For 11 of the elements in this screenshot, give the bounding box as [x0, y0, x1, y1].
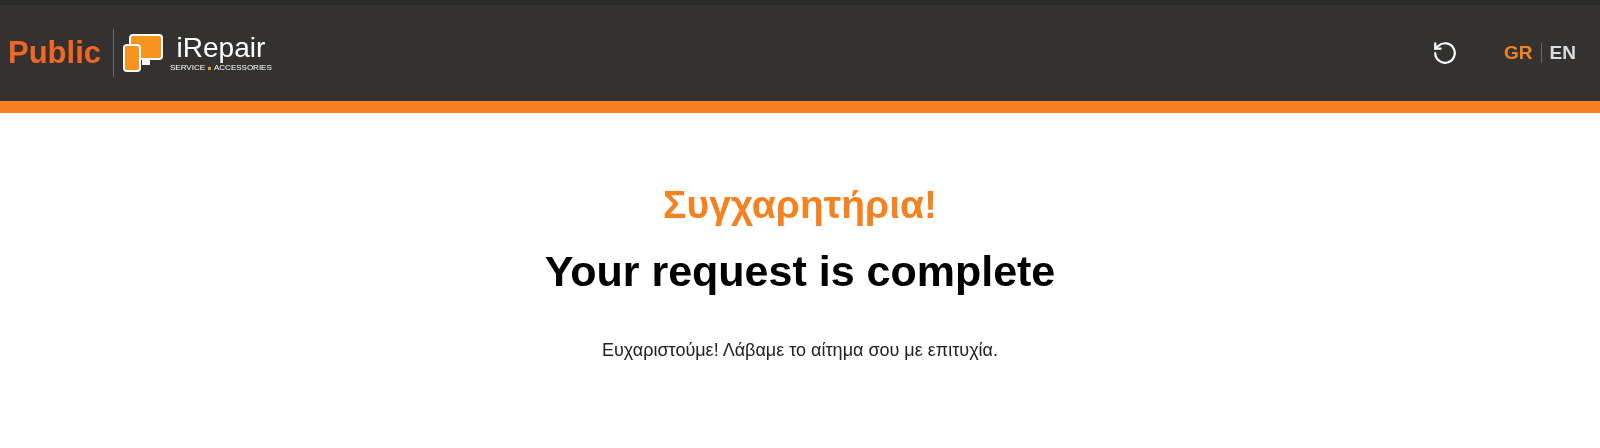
logo-tagline: ACCESSORIES	[214, 64, 272, 72]
reset-icon[interactable]	[1432, 40, 1459, 66]
logo-name: iRepair	[176, 34, 266, 62]
logo-tagline: SERVICE	[170, 64, 205, 72]
brand-logo[interactable]: Public	[8, 29, 113, 77]
language-option[interactable]: EN	[1549, 38, 1576, 68]
devices-icon	[122, 33, 166, 73]
page-heading: Your request is complete	[544, 250, 1056, 293]
language-option[interactable]: GR	[1504, 38, 1533, 68]
confirmation-message: Ευχαριστούμε! Λάβαμε το αίτημα σου με επιτυχία.	[601, 339, 999, 362]
congrats-title: Συγχαρητήρια!	[663, 185, 937, 224]
